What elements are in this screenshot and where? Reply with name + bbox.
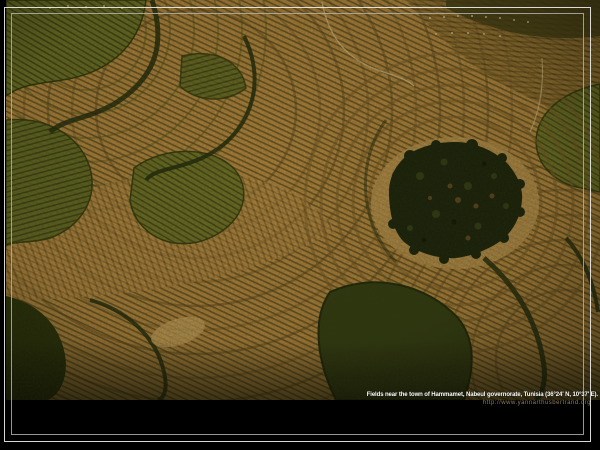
photo-caption: Fields near the town of Hammamet, Nabeul…: [367, 392, 598, 407]
wallpaper-canvas: Fields near the town of Hammamet, Nabeul…: [0, 0, 600, 450]
film-grain: [6, 0, 600, 400]
photo-credit-url: http://www.yannarthusbertrand.org: [367, 399, 591, 407]
caption-title: Fields near the town of Hammamet, Nabeul…: [367, 392, 598, 399]
aerial-photo: [6, 0, 600, 400]
